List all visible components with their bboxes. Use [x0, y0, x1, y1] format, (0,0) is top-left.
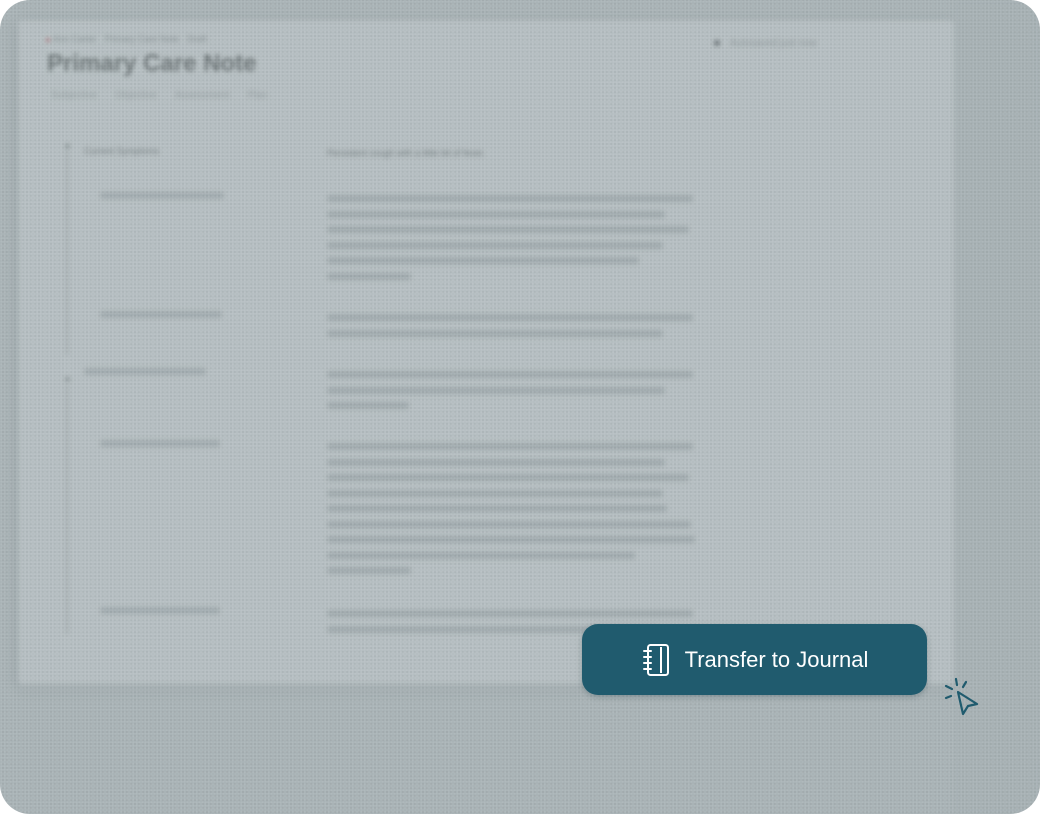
placeholder-line	[327, 272, 411, 280]
breadcrumb-item-note[interactable]: Primary Care Note	[105, 34, 180, 44]
notebook-icon	[642, 643, 669, 676]
save-status: Autosaved just now	[714, 38, 817, 49]
placeholder-value	[327, 309, 695, 345]
placeholder-line	[327, 443, 693, 450]
placeholder-row	[84, 368, 206, 375]
section-rule	[66, 150, 68, 355]
placeholder-value	[327, 438, 697, 583]
placeholder-line	[327, 241, 663, 249]
note-tabs: Subjective Objective Assessment Plan	[47, 88, 271, 103]
field-label-symptoms: Current Symptoms	[84, 146, 160, 156]
tab-plan[interactable]: Plan	[243, 88, 271, 103]
placeholder-line	[327, 610, 693, 617]
chevron-up-icon[interactable]: ▲	[63, 373, 72, 383]
placeholder-line	[327, 257, 639, 264]
placeholder-line	[327, 226, 689, 233]
tab-objective[interactable]: Objective	[111, 88, 161, 103]
placeholder-row	[100, 440, 220, 447]
page-title: Primary Care Note	[47, 50, 257, 77]
placeholder-line	[327, 195, 693, 202]
placeholder-label	[100, 440, 220, 447]
placeholder-line	[327, 520, 691, 528]
placeholder-line	[327, 402, 409, 409]
placeholder-line	[327, 551, 635, 559]
placeholder-line	[327, 329, 663, 337]
record-dot-icon	[46, 37, 50, 42]
placeholder-value	[327, 190, 695, 288]
placeholder-line	[327, 314, 693, 321]
placeholder-label	[100, 607, 220, 614]
placeholder-line	[327, 567, 411, 574]
placeholder-row	[100, 192, 224, 199]
section-rule	[66, 384, 68, 634]
placeholder-value	[327, 366, 695, 418]
transfer-to-journal-button[interactable]: Transfer to Journal	[582, 624, 927, 695]
placeholder-line	[327, 458, 665, 466]
note-panel	[18, 20, 954, 684]
placeholder-row	[100, 311, 222, 318]
placeholder-line	[327, 210, 665, 218]
placeholder-line	[327, 536, 695, 543]
placeholder-row	[100, 607, 220, 614]
status-dot-icon	[714, 40, 720, 47]
tab-subjective[interactable]: Subjective	[47, 88, 101, 103]
breadcrumb: Ann Carter Primary Care Note Draft	[46, 34, 207, 44]
tab-assessment[interactable]: Assessment	[171, 88, 233, 103]
placeholder-label	[100, 311, 222, 318]
breadcrumb-item-patient[interactable]: Ann Carter	[46, 34, 97, 44]
app-frame: Ann Carter Primary Care Note Draft Prima…	[0, 0, 1040, 814]
placeholder-line	[327, 386, 665, 394]
placeholder-label	[84, 368, 206, 375]
click-cursor-icon	[944, 677, 979, 716]
chevron-up-icon[interactable]: ▲	[63, 140, 72, 150]
transfer-to-journal-label: Transfer to Journal	[684, 646, 869, 672]
breadcrumb-item-status: Draft	[187, 34, 207, 44]
placeholder-line	[327, 371, 693, 378]
placeholder-label	[100, 192, 224, 199]
placeholder-line	[327, 474, 689, 481]
field-value-symptoms[interactable]: Persistent cough with a little bit of fe…	[327, 146, 697, 162]
placeholder-line	[327, 505, 667, 512]
placeholder-line	[327, 489, 663, 497]
